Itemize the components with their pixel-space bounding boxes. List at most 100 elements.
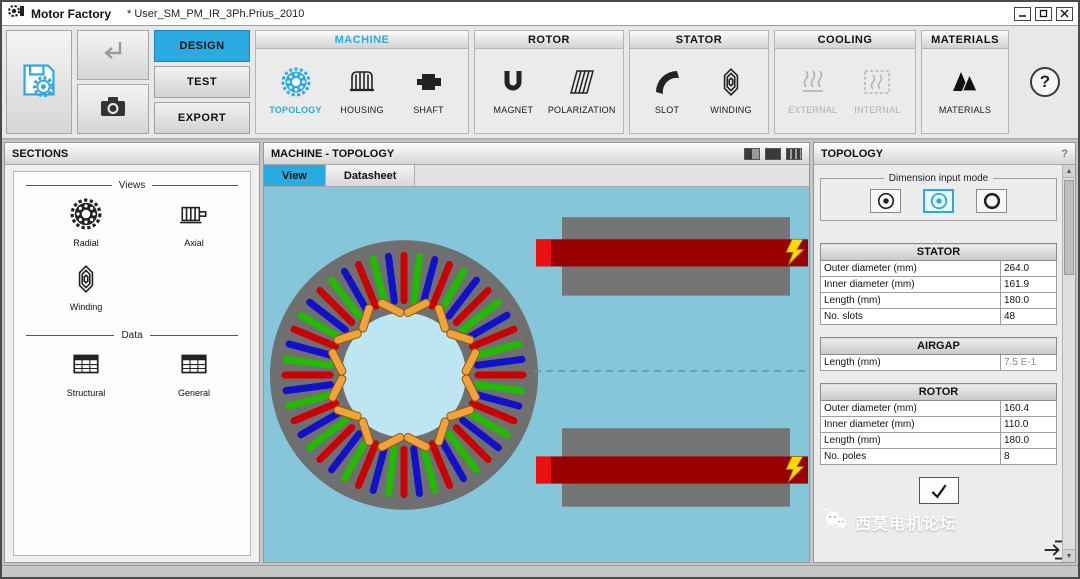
snapshot-button[interactable]	[77, 84, 149, 134]
data-separator: Data	[26, 330, 238, 341]
row-label: Length (mm)	[821, 433, 1001, 449]
external-cooling-label: EXTERNAL	[788, 105, 837, 115]
slot-label: SLOT	[655, 105, 679, 115]
restore-button[interactable]	[1035, 7, 1052, 21]
ribbon-item-winding[interactable]: WINDING	[700, 67, 762, 115]
polarization-icon	[567, 67, 597, 102]
row-value[interactable]: 48	[1001, 309, 1057, 325]
materials-label: MATERIALS	[939, 105, 991, 115]
row-value[interactable]: 8	[1001, 449, 1057, 465]
save-disk-icon	[19, 60, 59, 105]
row-value[interactable]: 180.0	[1001, 293, 1057, 309]
app-title: Motor Factory	[31, 7, 111, 21]
test-button[interactable]: TEST	[154, 66, 250, 98]
ribbon-item-magnet[interactable]: MAGNET	[482, 67, 544, 115]
section-item-winding[interactable]: Winding	[44, 264, 128, 312]
table-row: Outer diameter (mm)264.0	[821, 261, 1057, 277]
apply-button[interactable]	[919, 477, 959, 504]
row-label: No. poles	[821, 449, 1001, 465]
export-button[interactable]: EXPORT	[154, 102, 250, 134]
panel-help-icon[interactable]: ?	[1061, 148, 1068, 160]
window-controls	[1014, 7, 1073, 21]
dimension-input-mode: Dimension input mode	[820, 173, 1057, 221]
ribbon-item-internal-cooling: INTERNAL	[846, 67, 908, 115]
circle-dot-icon	[876, 191, 896, 211]
winding-view-icon	[71, 264, 101, 299]
arrow-down-left-icon	[98, 38, 128, 73]
stator-table-title: STATOR	[821, 244, 1057, 261]
row-label: Outer diameter (mm)	[821, 261, 1001, 277]
document-title: * User_SM_PM_IR_3Ph.Prius_2010	[127, 8, 304, 20]
table-row: Outer diameter (mm)160.4	[821, 401, 1057, 417]
dim-mode-ring-button[interactable]	[976, 189, 1007, 213]
close-button[interactable]	[1056, 7, 1073, 21]
radial-label: Radial	[73, 238, 99, 248]
radial-cross-section	[270, 240, 538, 509]
ribbon-item-housing[interactable]: HOUSING	[331, 67, 393, 115]
ribbon-group-stator: STATOR SLOT WINDING	[629, 30, 769, 134]
machine-view[interactable]	[264, 187, 809, 562]
magnet-icon	[498, 67, 528, 102]
topology-panel-title: TOPOLOGY	[821, 148, 883, 160]
design-button[interactable]: DESIGN	[154, 30, 250, 62]
minimize-button[interactable]	[1014, 7, 1031, 21]
structural-label: Structural	[67, 388, 106, 398]
rotor-table: ROTOR Outer diameter (mm)160.4 Inner dia…	[820, 383, 1057, 465]
circle-dot-selected-icon	[929, 191, 949, 211]
scroll-up-arrow[interactable]: ▲	[1063, 165, 1075, 178]
row-value[interactable]: 110.0	[1001, 417, 1057, 433]
axial-label: Axial	[184, 238, 204, 248]
ribbon-item-polarization[interactable]: POLARIZATION	[548, 67, 616, 115]
row-label: Inner diameter (mm)	[821, 417, 1001, 433]
vertical-scrollbar[interactable]: ▲ ▼	[1062, 165, 1075, 562]
center-panel-title: MACHINE - TOPOLOGY	[271, 148, 394, 160]
save-button[interactable]	[6, 30, 72, 134]
winding-label: WINDING	[710, 105, 751, 115]
polarization-label: POLARIZATION	[548, 105, 616, 115]
shaft-label: SHAFT	[413, 105, 444, 115]
ribbon-group-machine: MACHINE TOPOLOGY HOUSING	[255, 30, 469, 134]
dim-mode-outer-button[interactable]	[870, 189, 901, 213]
titlebar: Motor Factory * User_SM_PM_IR_3Ph.Prius_…	[2, 2, 1078, 26]
mode-nav: DESIGN TEST EXPORT	[154, 30, 250, 134]
scrollbar-thumb[interactable]	[1064, 180, 1074, 275]
internal-cooling-label: INTERNAL	[854, 105, 900, 115]
tab-datasheet[interactable]: Datasheet	[326, 165, 416, 186]
import-button[interactable]	[77, 30, 149, 80]
ribbon-item-shaft[interactable]: SHAFT	[398, 67, 460, 115]
section-item-axial[interactable]: Axial	[152, 198, 236, 248]
ribbon-item-materials[interactable]: MATERIALS	[934, 67, 996, 115]
section-item-structural[interactable]: Structural	[44, 348, 128, 398]
section-item-general[interactable]: General	[152, 348, 236, 398]
scroll-down-arrow[interactable]: ▼	[1063, 549, 1075, 562]
row-value[interactable]: 161.9	[1001, 277, 1057, 293]
row-value[interactable]: 7.5 E-1	[1001, 355, 1057, 371]
airgap-table: AIRGAP Length (mm)7.5 E-1	[820, 337, 1057, 371]
sections-panel-title: SECTIONS	[5, 143, 259, 165]
ribbon-item-slot[interactable]: SLOT	[636, 67, 698, 115]
multi-view-button[interactable]	[786, 148, 802, 160]
app-icon	[7, 3, 25, 24]
slot-icon	[652, 67, 682, 102]
split-view-button[interactable]	[744, 148, 760, 160]
ribbon-item-topology[interactable]: TOPOLOGY	[265, 67, 327, 115]
row-value[interactable]: 180.0	[1001, 433, 1057, 449]
external-cooling-icon	[798, 67, 828, 102]
help-button[interactable]: ?	[1030, 67, 1060, 97]
sections-body: Views Radial Axial	[13, 171, 251, 556]
tab-view[interactable]: View	[264, 165, 326, 186]
row-label: No. slots	[821, 309, 1001, 325]
topology-icon	[281, 67, 311, 102]
single-view-button[interactable]	[765, 148, 781, 160]
watermark: 西莫电机论坛	[822, 507, 1071, 536]
radial-view-icon	[70, 198, 102, 235]
dim-mode-middle-button[interactable]	[923, 189, 954, 213]
section-item-radial[interactable]: Radial	[44, 198, 128, 248]
row-value[interactable]: 160.4	[1001, 401, 1057, 417]
topology-panel: TOPOLOGY ? Dimension input mode	[813, 142, 1076, 563]
rotor-group-title: ROTOR	[475, 31, 623, 49]
bold-circle-icon	[982, 191, 1002, 211]
winding-icon	[716, 67, 746, 102]
dimension-mode-label: Dimension input mode	[884, 173, 994, 184]
row-value[interactable]: 264.0	[1001, 261, 1057, 277]
